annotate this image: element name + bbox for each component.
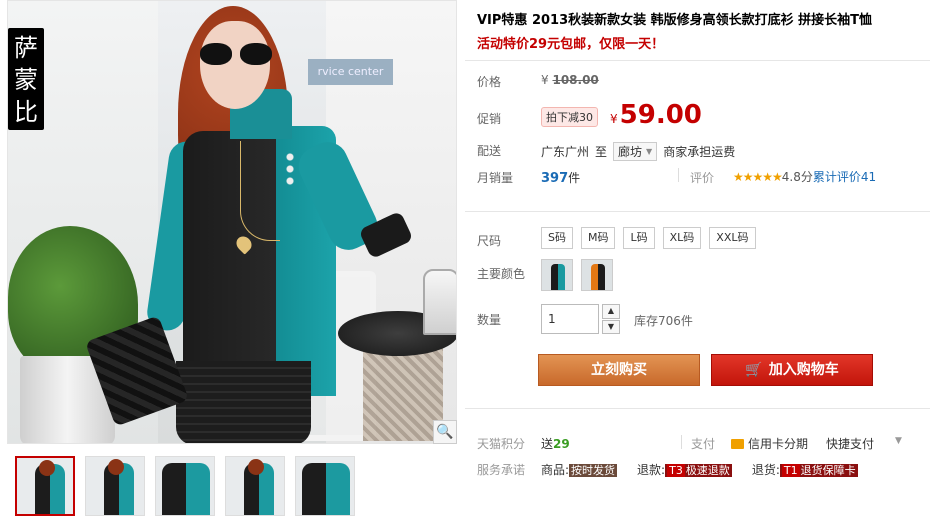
star-rating-icon: ★★★★★	[733, 170, 783, 184]
quick-pay-option[interactable]: 快捷支付	[826, 435, 874, 452]
buy-now-button[interactable]: 立刻购买	[538, 354, 700, 386]
divider	[465, 60, 930, 61]
service-refund-tag[interactable]: T3 极速退款	[665, 464, 732, 477]
chevron-down-icon: ▼	[646, 147, 653, 156]
color-label: 主要颜色	[477, 267, 526, 281]
points-info: 送29	[541, 435, 570, 452]
destination-value: 廊坊	[618, 145, 643, 159]
thumbnail[interactable]	[15, 456, 75, 516]
size-option-m[interactable]: M码	[580, 227, 616, 249]
points-label: 天猫积分	[477, 437, 526, 451]
divider	[465, 408, 930, 409]
payment-label: 支付	[691, 437, 716, 451]
brand-char: 比	[14, 98, 38, 126]
product-title: VIP特惠 2013秋装新款女装 韩版修身高领长款打底衫 拼接长袖T恤	[477, 13, 873, 28]
thumbnail[interactable]	[225, 456, 285, 516]
points-prefix: 送	[541, 437, 554, 451]
sales-unit: 件	[568, 171, 581, 185]
service-goods-prefix: 商品:	[541, 463, 570, 477]
original-price-value: 108.00	[552, 73, 599, 87]
ship-from: 广东广州	[541, 145, 590, 159]
shipping-info: 广东广州 至 廊坊 ▼ 商家承担运费	[541, 142, 735, 161]
dress-buttons	[286, 151, 294, 187]
size-option-s[interactable]: S码	[541, 227, 573, 249]
monthly-sales-label: 月销量	[477, 171, 514, 185]
thumbnail-strip	[15, 456, 360, 516]
destination-select[interactable]: 廊坊 ▼	[613, 142, 658, 161]
thumbnail[interactable]	[85, 456, 145, 516]
ship-to-word: 至	[595, 145, 608, 159]
promo-text: 活动特价29元包邮，仅限一天！	[477, 37, 665, 52]
sales-count: 397	[541, 171, 569, 186]
stock-count: 库存706件	[634, 314, 693, 328]
brand-char: 萨	[14, 34, 38, 62]
chevron-down-icon[interactable]: ▼	[895, 436, 902, 446]
service-goods: 商品: 按时发货	[541, 461, 618, 478]
thumbnail[interactable]	[295, 456, 355, 516]
divider	[465, 211, 930, 212]
service-label: 服务承诺	[477, 463, 526, 477]
service-return-prefix: 退货:	[751, 463, 780, 477]
main-product-image[interactable]: rvice center	[7, 0, 457, 444]
cart-icon: 🛒	[745, 362, 763, 378]
shipping-fee-note: 商家承担运费	[663, 145, 736, 159]
increment-icon[interactable]: ▲	[602, 304, 620, 319]
promo-badge: 拍下减30	[541, 107, 598, 127]
service-return-tag[interactable]: T1 退货保障卡	[779, 464, 858, 477]
service-refund-prefix: 退款:	[637, 463, 666, 477]
divider	[678, 168, 679, 182]
lantern	[423, 269, 456, 335]
service-goods-tag[interactable]: 按时发货	[569, 464, 618, 477]
currency-symbol: ¥	[610, 112, 618, 126]
currency-symbol: ¥	[541, 73, 549, 87]
model-skirt	[176, 361, 311, 443]
rating-label: 评价	[690, 171, 715, 185]
service-refund: 退款: T3 极速退款	[637, 461, 732, 478]
current-price-value: 59.00	[619, 100, 702, 130]
size-option-xl[interactable]: XL码	[662, 227, 702, 249]
model-face	[200, 21, 270, 109]
size-option-xxl[interactable]: XXL码	[709, 227, 756, 249]
service-refund-text: 极速退款	[685, 464, 730, 477]
divider	[681, 435, 682, 449]
installment-option[interactable]: 信用卡分期	[731, 435, 808, 452]
color-option-teal[interactable]	[541, 259, 573, 291]
decrement-icon[interactable]: ▼	[602, 319, 620, 334]
promo-label: 促销	[477, 112, 502, 126]
add-to-cart-button[interactable]: 🛒 加入购物车	[711, 354, 873, 386]
sunglasses	[200, 43, 272, 65]
review-count-link[interactable]: 累计评价41	[813, 170, 876, 184]
rating-score: 4.8分	[781, 170, 813, 184]
quantity-input[interactable]: 1	[541, 304, 599, 334]
shipping-label: 配送	[477, 144, 502, 158]
magnifier-icon[interactable]: 🔍	[433, 420, 457, 444]
points-value: 29	[553, 437, 570, 451]
add-to-cart-label: 加入购物车	[768, 362, 839, 378]
price-label: 价格	[477, 75, 502, 89]
original-price: ¥ 108.00	[541, 73, 599, 87]
size-option-l[interactable]: L码	[623, 227, 655, 249]
current-price: ¥59.00	[610, 100, 702, 130]
thumbnail[interactable]	[155, 456, 215, 516]
service-return-text: 退货保障卡	[800, 464, 856, 477]
quantity-label: 数量	[477, 313, 502, 327]
service-return-code: T1	[781, 464, 800, 477]
rating-summary: ★★★★★4.8分累计评价41	[733, 168, 876, 185]
brand-char: 蒙	[14, 66, 38, 94]
service-promises: 商品: 按时发货 退款: T3 极速退款 退货: T1 退货保障卡	[541, 461, 858, 478]
size-label: 尺码	[477, 234, 502, 248]
size-options: S码 M码 L码 XL码 XXL码	[541, 227, 756, 249]
background-sign: rvice center	[308, 59, 393, 85]
credit-card-icon	[731, 439, 744, 449]
color-option-orange[interactable]	[581, 259, 613, 291]
necklace-chain	[240, 141, 280, 241]
quantity-stepper: ▲ ▼	[602, 304, 620, 334]
service-return: 退货: T1 退货保障卡	[752, 461, 858, 478]
color-options	[541, 259, 613, 291]
brand-logo: 萨 蒙 比	[8, 28, 44, 130]
installment-label: 信用卡分期	[748, 437, 809, 451]
service-refund-code: T3	[667, 464, 685, 477]
monthly-sales: 397件	[541, 169, 580, 186]
